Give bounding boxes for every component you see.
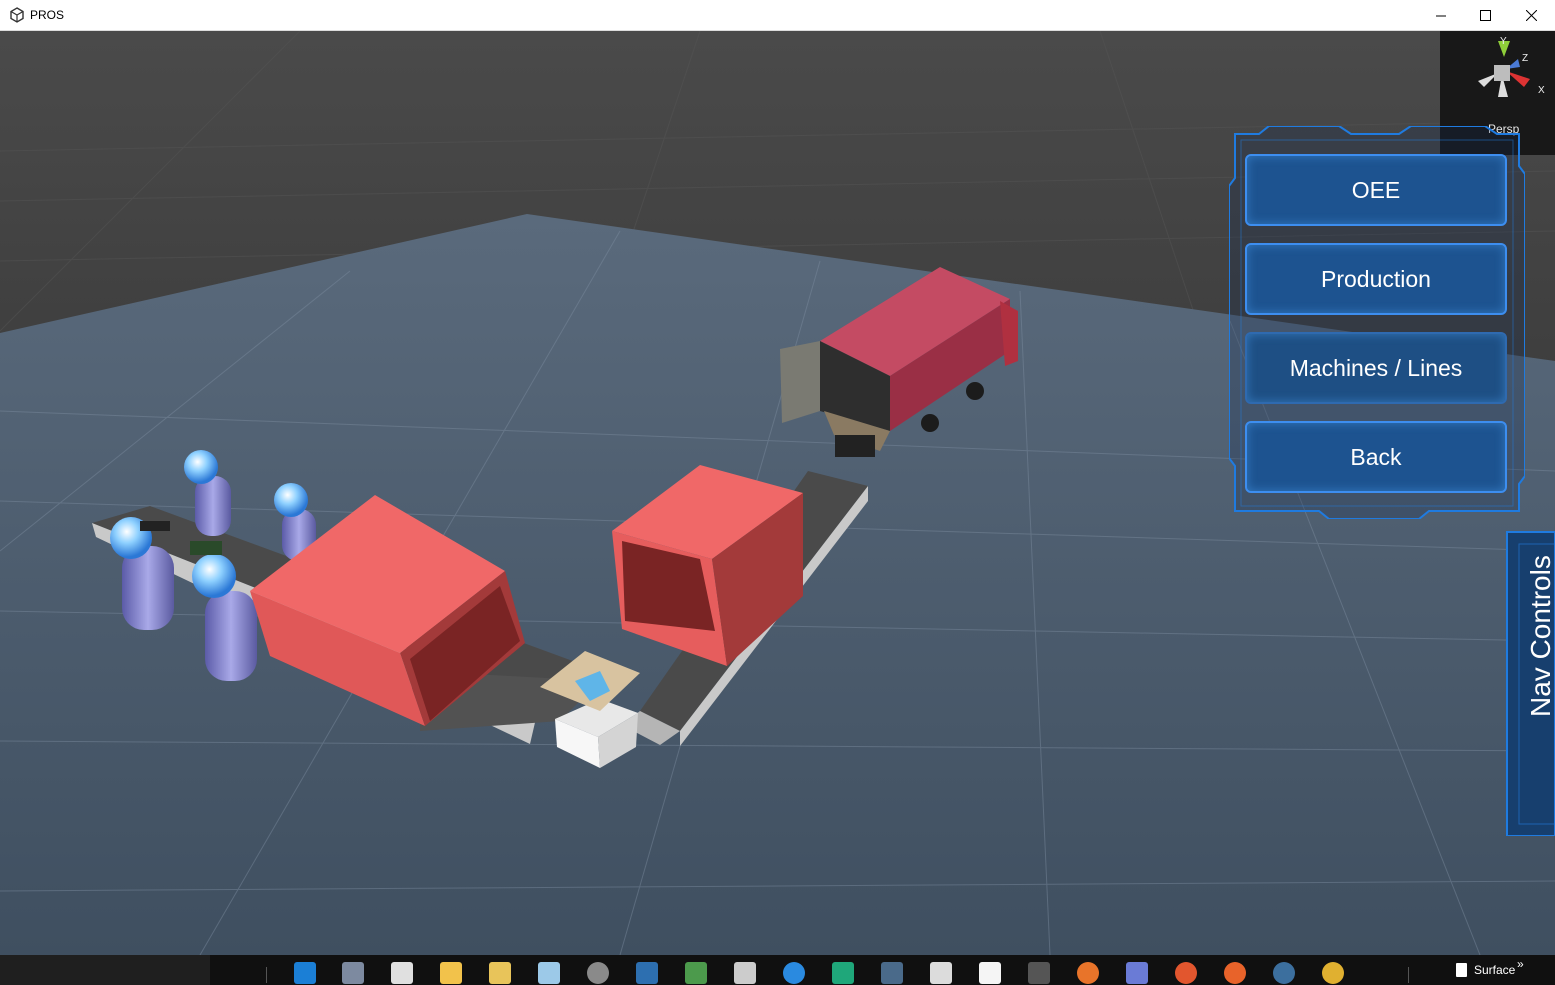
window-title: PROS (30, 8, 65, 22)
taskbar-search-area[interactable] (0, 955, 210, 985)
photo-app-icon[interactable] (685, 962, 707, 984)
unity-icon[interactable] (734, 962, 756, 984)
taskbar: Surface » (0, 955, 1555, 985)
notepad-icon[interactable] (538, 962, 560, 984)
tree-app-icon[interactable] (1273, 962, 1295, 984)
media-player-icon[interactable] (587, 962, 609, 984)
gecko-icon[interactable] (342, 962, 364, 984)
window-titlebar[interactable]: PROS (0, 0, 1555, 31)
close-button[interactable] (1508, 0, 1554, 31)
firefox-dev-icon[interactable] (1224, 962, 1246, 984)
firefox-icon[interactable] (1077, 962, 1099, 984)
tray-surface-label[interactable]: Surface (1474, 963, 1515, 977)
documents-icon[interactable] (489, 962, 511, 984)
gizmo-y-label: Y (1500, 36, 1507, 47)
s-app-icon[interactable] (636, 962, 658, 984)
nav-controls-label[interactable]: Nav Controls (1525, 537, 1555, 717)
minimize-icon (1436, 15, 1446, 16)
oee-button[interactable]: OEE (1245, 154, 1507, 226)
chrome-icon[interactable] (1322, 962, 1344, 984)
discord-icon[interactable] (1126, 962, 1148, 984)
maximize-button[interactable] (1462, 0, 1508, 31)
minimize-button[interactable] (1418, 0, 1464, 31)
pocket-icon[interactable] (881, 962, 903, 984)
file-icon[interactable] (979, 962, 1001, 984)
edge-icon[interactable] (294, 962, 316, 984)
unity-app-icon (10, 7, 24, 23)
selenium-icon[interactable] (832, 962, 854, 984)
store-icon[interactable] (391, 962, 413, 984)
gizmo-z-label: Z (1522, 53, 1529, 64)
back-button[interactable]: Back (1245, 421, 1507, 493)
file-explorer-icon[interactable] (440, 962, 462, 984)
machines-lines-button[interactable]: Machines / Lines (1245, 332, 1507, 404)
taskbar-separator-right (1408, 967, 1409, 983)
scene-viewport[interactable]: Y Z X Persp OEE Production Machines / Li… (0, 31, 1555, 955)
close-icon (1525, 10, 1537, 21)
inkscape-icon[interactable] (1028, 962, 1050, 984)
tool-icon[interactable] (1175, 962, 1197, 984)
taskbar-separator (266, 967, 267, 983)
re-app-icon[interactable] (930, 962, 952, 984)
maximize-icon (1479, 10, 1491, 21)
production-button[interactable]: Production (1245, 243, 1507, 315)
surface-tray-icon[interactable] (1456, 963, 1467, 977)
gizmo-x-label: X (1538, 85, 1545, 96)
tray-expand-icon[interactable]: » (1517, 957, 1524, 971)
internet-explorer-icon[interactable] (783, 962, 805, 984)
